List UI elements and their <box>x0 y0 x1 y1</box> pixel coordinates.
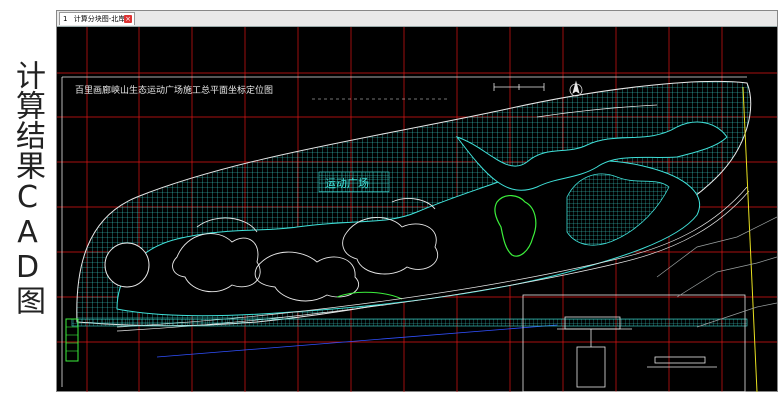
tab-drawing[interactable]: 1 计算分块图-北岸线 × <box>59 12 135 25</box>
north-arrow-icon <box>569 80 583 97</box>
cad-drawing: 百里画廊峡山生态运动广场施工总平面坐标定位图 运动广场 <box>57 27 778 393</box>
side-caption-text: 计算结果CAD图 <box>10 60 45 315</box>
cad-window: 1 计算分块图-北岸线 × 百里画廊峡山生态运动广场施工总平面坐标定位图 运动广… <box>56 10 778 393</box>
plaza-label: 运动广场 <box>325 176 369 190</box>
legend-column-rows <box>66 326 78 352</box>
blue-line <box>156 324 558 358</box>
drawing-canvas[interactable]: 百里画廊峡山生态运动广场施工总平面坐标定位图 运动广场 <box>57 27 778 393</box>
tab-bar: 1 计算分块图-北岸线 × <box>57 11 777 27</box>
section-detail <box>522 294 746 393</box>
tab-number: 1 <box>63 15 68 23</box>
scale-bar <box>493 83 545 91</box>
dimension-rail <box>71 318 748 327</box>
side-caption: 计算结果CAD图 <box>4 60 50 380</box>
close-icon[interactable]: × <box>124 15 132 23</box>
drawing-title: 百里画廊峡山生态运动广场施工总平面坐标定位图 <box>75 84 273 96</box>
round-plaza <box>104 242 150 288</box>
